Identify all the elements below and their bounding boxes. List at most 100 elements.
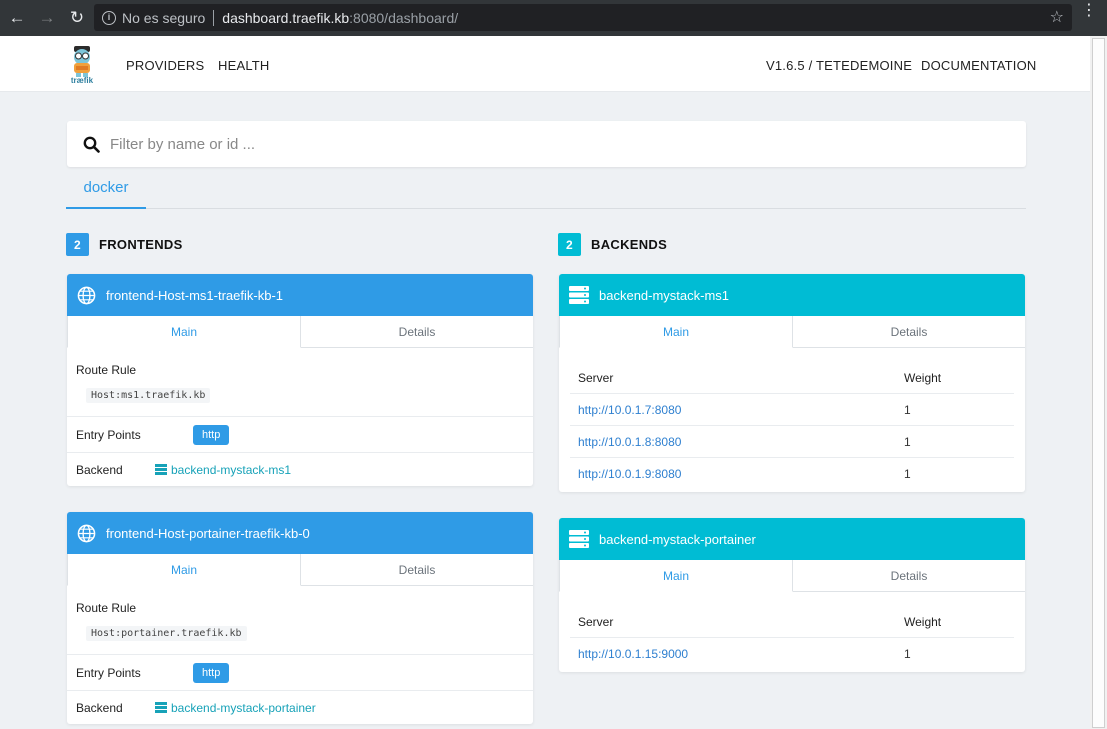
backends-heading: BACKENDS: [591, 237, 668, 252]
browser-menu-icon[interactable]: ⋮: [1081, 3, 1097, 19]
servers-table-header: Server Weight: [570, 362, 1014, 394]
backend-link[interactable]: backend-mystack-portainer: [155, 701, 316, 715]
servers-table-header: Server Weight: [570, 606, 1014, 638]
scrollbar-thumb[interactable]: [1092, 38, 1105, 728]
server-weight: 1: [904, 647, 911, 661]
server-column-header: Server: [578, 614, 614, 629]
server-link[interactable]: http://10.0.1.8:8080: [578, 435, 681, 449]
tab-details[interactable]: Details: [793, 560, 1025, 591]
globe-icon: [77, 286, 96, 305]
tab-details[interactable]: Details: [301, 316, 533, 347]
backend-label: Backend: [76, 462, 123, 477]
frontends-heading: FRONTENDS: [99, 237, 183, 252]
tab-details[interactable]: Details: [793, 316, 1025, 347]
server-weight: 1: [904, 467, 911, 481]
entry-point-badge: http: [193, 662, 230, 683]
forward-arrow-icon[interactable]: →: [34, 5, 60, 31]
browser-toolbar: ← → ↻ i No es seguro dashboard.traefik.k…: [0, 0, 1107, 36]
app-header: træfik PROVIDERS HEALTH V1.6.5 / TETEDEM…: [0, 36, 1090, 92]
backend-label: Backend: [76, 700, 123, 715]
server-link[interactable]: http://10.0.1.7:8080: [578, 403, 681, 417]
backend-subtabs: Main Details: [559, 560, 1025, 592]
frontend-subtabs: Main Details: [67, 554, 533, 586]
frontend-card: frontend-Host-ms1-traefik-kb-1 Main Deta…: [67, 274, 533, 486]
tab-main[interactable]: Main: [67, 554, 301, 586]
tab-details[interactable]: Details: [301, 554, 533, 585]
server-column-header: Server: [578, 370, 614, 385]
tab-main[interactable]: Main: [559, 316, 793, 348]
backend-subtabs: Main Details: [559, 316, 1025, 348]
backend-name: backend-mystack-ms1: [599, 287, 730, 303]
url-host: dashboard.traefik.kb: [222, 9, 350, 26]
info-icon[interactable]: i: [102, 10, 116, 25]
nav-health[interactable]: HEALTH: [218, 58, 270, 73]
server-icon: [569, 530, 589, 548]
servers-table: Server Weight http://10.0.1.15:9000 1: [570, 606, 1014, 670]
server-link[interactable]: http://10.0.1.9:8080: [578, 467, 681, 481]
backends-count-badge: 2: [558, 233, 581, 256]
globe-icon: [77, 524, 96, 543]
server-icon: [155, 464, 167, 475]
nav-documentation[interactable]: DOCUMENTATION: [921, 58, 1037, 73]
back-arrow-icon[interactable]: ←: [4, 5, 30, 31]
route-rule-label: Route Rule: [76, 363, 137, 377]
reload-icon[interactable]: ↻: [64, 5, 90, 31]
route-rule-value: Host:portainer.traefik.kb: [86, 626, 247, 641]
nav-providers[interactable]: PROVIDERS: [126, 58, 204, 73]
frontends-title: 2 FRONTENDS: [66, 233, 183, 256]
search-input[interactable]: [110, 135, 910, 153]
server-link[interactable]: http://10.0.1.15:9000: [578, 647, 688, 661]
page-scrollbar[interactable]: [1090, 36, 1107, 729]
backend-card: backend-mystack-portainer Main Details S…: [559, 518, 1025, 672]
frontend-name: frontend-Host-ms1-traefik-kb-1: [106, 287, 283, 303]
tab-main[interactable]: Main: [67, 316, 301, 348]
tab-main[interactable]: Main: [559, 560, 793, 592]
backend-link-text: backend-mystack-portainer: [171, 700, 316, 715]
server-icon: [569, 286, 589, 304]
backend-row: Backend backend-mystack-portainer: [67, 690, 533, 724]
backend-card: backend-mystack-ms1 Main Details Server …: [559, 274, 1025, 492]
frontend-subtabs: Main Details: [67, 316, 533, 348]
frontend-card: frontend-Host-portainer-traefik-kb-0 Mai…: [67, 512, 533, 724]
weight-column-header: Weight: [904, 614, 942, 629]
backend-name: backend-mystack-portainer: [599, 531, 756, 547]
frontend-card-header: frontend-Host-portainer-traefik-kb-0: [67, 512, 533, 554]
backend-card-header: backend-mystack-portainer: [559, 518, 1025, 560]
security-text: No es seguro: [122, 9, 206, 26]
table-row: http://10.0.1.9:8080 1: [570, 458, 1014, 490]
entry-points-label: Entry Points: [76, 665, 141, 680]
server-weight: 1: [904, 434, 911, 449]
backend-card-header: backend-mystack-ms1: [559, 274, 1025, 316]
url-path: :8080/dashboard/: [349, 9, 459, 26]
provider-tabs: docker: [66, 174, 1026, 209]
version-label: V1.6.5 / TETEDEMOINE: [766, 58, 913, 73]
route-rule-label: Route Rule: [76, 601, 137, 615]
frontends-count-badge: 2: [66, 233, 89, 256]
frontend-name: frontend-Host-portainer-traefik-kb-0: [106, 525, 310, 541]
servers-table: Server Weight http://10.0.1.7:8080 1 htt…: [570, 362, 1014, 490]
entry-points-row: Entry Points http: [67, 654, 533, 690]
server-icon: [155, 702, 167, 713]
table-row: http://10.0.1.7:8080 1: [570, 394, 1014, 426]
traefik-logo[interactable]: træfik: [66, 44, 98, 88]
frontend-card-header: frontend-Host-ms1-traefik-kb-1: [67, 274, 533, 316]
backend-link[interactable]: backend-mystack-ms1: [155, 463, 291, 477]
table-row: http://10.0.1.8:8080 1: [570, 426, 1014, 458]
server-weight: 1: [904, 402, 911, 417]
backends-title: 2 BACKENDS: [558, 233, 667, 256]
address-bar[interactable]: i No es seguro dashboard.traefik.kb:8080…: [94, 4, 1072, 31]
backend-link-text: backend-mystack-ms1: [171, 462, 292, 477]
search-icon: [83, 136, 100, 153]
table-row: http://10.0.1.15:9000 1: [570, 638, 1014, 670]
backend-row: Backend backend-mystack-ms1: [67, 452, 533, 486]
entry-points-row: Entry Points http: [67, 416, 533, 452]
route-rule-section: Route Rule Host:portainer.traefik.kb: [67, 586, 533, 654]
route-rule-section: Route Rule Host:ms1.traefik.kb: [67, 348, 533, 416]
address-separator: [213, 9, 215, 26]
search-box: [67, 121, 1026, 167]
entry-point-badge: http: [193, 424, 230, 445]
bookmark-star-icon[interactable]: ☆: [1050, 7, 1064, 27]
weight-column-header: Weight: [904, 370, 942, 385]
tab-docker[interactable]: docker: [66, 174, 146, 209]
route-rule-value: Host:ms1.traefik.kb: [86, 388, 211, 403]
